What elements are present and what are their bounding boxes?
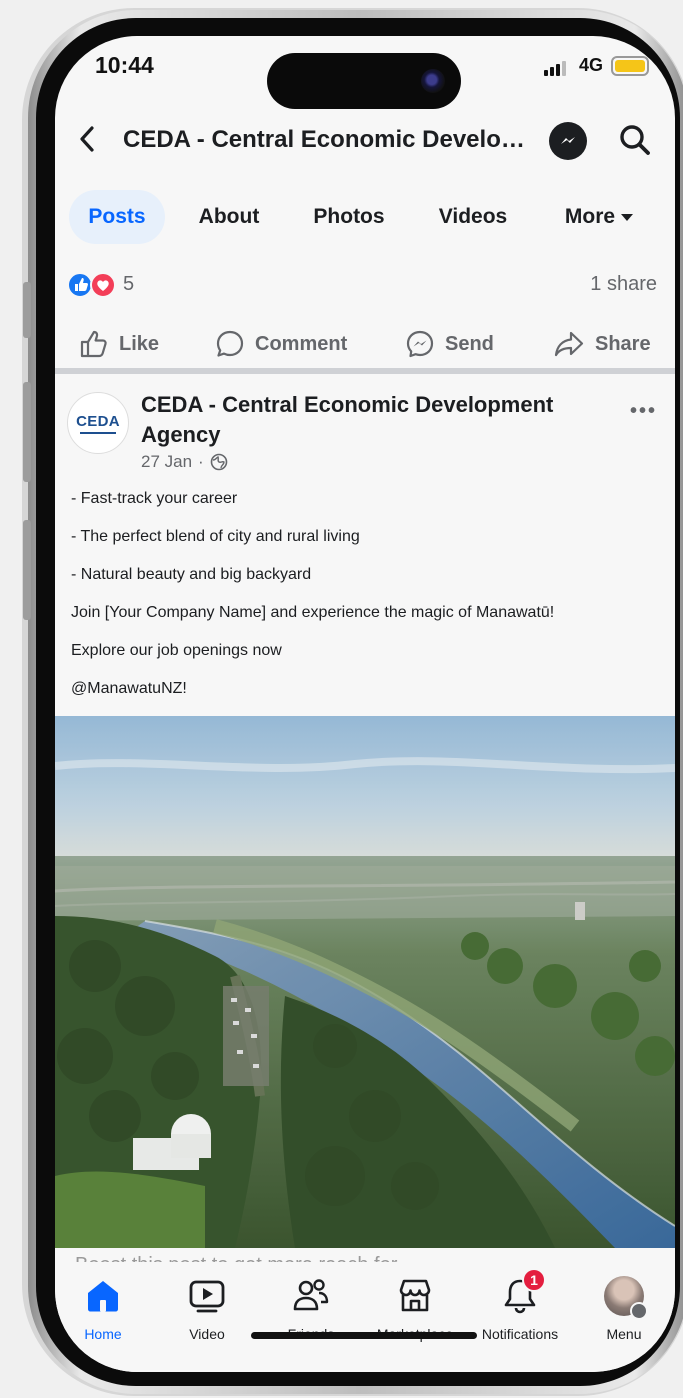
nav-video-label: Video — [189, 1326, 225, 1342]
like-label: Like — [119, 332, 160, 355]
more-options-icon[interactable]: ••• — [630, 400, 657, 423]
nav-notifications[interactable]: 1 Notifications — [468, 1268, 572, 1342]
thumbs-up-icon — [80, 330, 107, 358]
action-button — [23, 282, 31, 338]
page-header: CEDA - Central Economic Development Agen… — [55, 108, 675, 172]
camera-icon — [421, 69, 445, 93]
post-text: - Fast-track your career - The perfect b… — [71, 488, 661, 716]
status-time: 10:44 — [95, 52, 154, 78]
messenger-outline-icon — [406, 330, 434, 358]
comment-label: Comment — [255, 332, 348, 355]
post-actions: Like Comment Send Share — [55, 322, 675, 366]
post-line: - The perfect blend of city and rural li… — [71, 528, 360, 545]
profile-avatar — [604, 1276, 648, 1320]
comment-icon — [216, 330, 244, 357]
meta-separator: · — [198, 452, 204, 471]
post-header: CEDA CEDA - Central Economic Development… — [55, 386, 675, 486]
reaction-icons — [67, 272, 116, 298]
avatar-logo-line — [80, 431, 116, 434]
nav-menu[interactable]: Menu — [572, 1276, 675, 1342]
status-bar: 10:44 4G — [55, 36, 675, 109]
hamburger-icon — [630, 1302, 648, 1320]
post-line: - Natural beauty and big backyard — [71, 566, 312, 583]
share-button[interactable]: Share — [553, 322, 651, 366]
messenger-button[interactable] — [549, 122, 587, 160]
post-photo[interactable] — [55, 716, 675, 1248]
nav-menu-label: Menu — [606, 1326, 642, 1342]
share-label: Share — [595, 332, 651, 355]
caret-down-icon — [621, 213, 634, 221]
back-arrow-icon[interactable] — [79, 126, 95, 152]
tab-posts[interactable]: Posts — [69, 190, 165, 244]
bell-icon: 1 — [500, 1268, 546, 1316]
volume-up-button — [23, 382, 31, 482]
nav-home[interactable]: Home — [55, 1276, 155, 1342]
post-line: Explore our job openings now — [71, 642, 282, 659]
post-line: Join [Your Company Name] and experience … — [71, 604, 555, 621]
notification-badge: 1 — [522, 1268, 546, 1292]
reactions-summary[interactable]: 5 1 share — [55, 270, 675, 300]
page-tabs: Posts About Photos Videos More — [55, 190, 675, 246]
network-type: 4G — [579, 55, 604, 75]
aerial-river-photo — [55, 716, 675, 1248]
search-icon[interactable] — [617, 122, 653, 158]
nav-home-label: Home — [84, 1326, 122, 1342]
dynamic-island — [267, 53, 461, 109]
send-label: Send — [445, 332, 494, 355]
post-date[interactable]: 27 Jan — [141, 452, 192, 472]
send-button[interactable]: Send — [405, 322, 494, 366]
reaction-count: 5 — [123, 273, 135, 295]
nav-notifications-label: Notifications — [481, 1326, 559, 1342]
tab-videos[interactable]: Videos — [421, 190, 525, 244]
avatar-logo-text: CEDA — [76, 412, 120, 430]
volume-down-button — [23, 520, 31, 620]
post-author[interactable]: CEDA - Central Economic Development Agen… — [141, 390, 591, 450]
marketplace-icon — [395, 1276, 435, 1316]
post-line: - Fast-track your career — [71, 490, 238, 507]
page-title: CEDA - Central Economic Development Agen… — [123, 126, 533, 153]
menu-avatar — [604, 1276, 648, 1320]
comment-button[interactable]: Comment — [215, 322, 347, 366]
friends-icon — [291, 1276, 331, 1316]
page-avatar[interactable]: CEDA — [67, 392, 129, 454]
bottom-navigation: Home Video Friends — [55, 1262, 675, 1372]
video-icon — [187, 1276, 227, 1316]
tab-about[interactable]: About — [181, 190, 277, 244]
tab-more[interactable]: More — [551, 190, 647, 244]
signal-icon — [544, 60, 566, 76]
home-indicator[interactable] — [251, 1332, 477, 1339]
share-count[interactable]: 1 share — [590, 273, 657, 296]
tab-more-label: More — [564, 205, 616, 228]
post-meta: 27 Jan · — [141, 452, 228, 472]
screen: 10:44 4G CEDA - Central Economic Develop… — [55, 36, 675, 1372]
section-divider — [55, 368, 675, 374]
share-arrow-icon — [554, 331, 584, 357]
post-mention[interactable]: @ManawatuNZ! — [71, 678, 661, 716]
like-button[interactable]: Like — [79, 322, 159, 366]
tab-photos[interactable]: Photos — [295, 190, 403, 244]
globe-icon — [210, 453, 228, 471]
home-icon — [83, 1276, 123, 1316]
nav-video[interactable]: Video — [155, 1276, 259, 1342]
battery-icon — [611, 56, 649, 76]
messenger-icon — [561, 137, 575, 144]
